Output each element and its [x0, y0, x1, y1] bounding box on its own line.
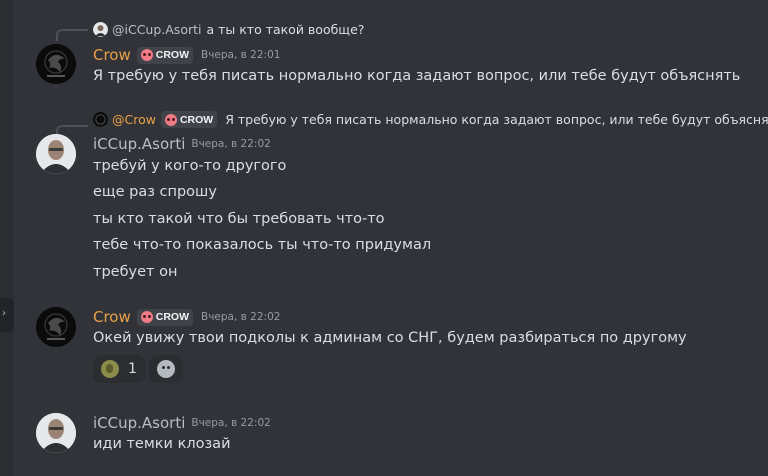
role-tag[interactable]: CROW [136, 308, 194, 326]
reply-text: а ты кто такой вообще? [206, 22, 365, 37]
message-text: Окей увижу твои подколы к админам со СНГ… [93, 330, 687, 346]
message-text: иди темки клозай [93, 436, 231, 452]
role-tag[interactable]: CROW [160, 111, 218, 128]
avatar[interactable] [36, 413, 76, 453]
crow-logo-icon [36, 307, 76, 347]
panel-toggle-handle[interactable]: › [0, 298, 14, 332]
reply-preview[interactable]: @Crow CROW Я требую у тебя писать нормал… [93, 111, 768, 128]
message-text: ты кто такой что бы требовать что-то [93, 211, 385, 227]
author-name[interactable]: iCCup.Asorti [93, 414, 185, 432]
reply-text: Я требую у тебя писать нормально когда з… [225, 112, 768, 127]
left-panel-edge [0, 0, 14, 476]
add-reaction-button[interactable] [149, 355, 183, 383]
role-tag[interactable]: CROW [136, 46, 194, 64]
avatar[interactable] [36, 44, 76, 84]
author-name[interactable]: iCCup.Asorti [93, 135, 185, 153]
avatar-small-icon [93, 22, 108, 37]
timestamp: Вчера, в 22:01 [201, 49, 281, 61]
person-photo-icon [36, 134, 76, 174]
skull-icon [164, 113, 177, 126]
message-text: Я требую у тебя писать нормально когда з… [93, 68, 741, 84]
avatar-small-icon [93, 112, 108, 127]
person-photo-icon [36, 413, 76, 453]
timestamp: Вчера, в 22:02 [201, 311, 281, 323]
reply-author[interactable]: @Crow [112, 112, 156, 127]
crow-logo-icon [36, 44, 76, 84]
skull-icon [140, 311, 153, 323]
message-text: еще раз спрошу [93, 184, 217, 200]
message-text: требует он [93, 264, 178, 280]
reactions-bar: 1 [93, 355, 187, 383]
avatar[interactable] [36, 134, 76, 174]
pepe-emoji-icon [101, 360, 119, 378]
reply-preview[interactable]: @iCCup.Asorti а ты кто такой вообще? [93, 22, 364, 37]
smiley-icon [157, 360, 175, 378]
reply-author[interactable]: @iCCup.Asorti [112, 22, 201, 37]
reaction-count: 1 [128, 361, 137, 377]
chevron-right-icon: › [2, 308, 6, 319]
reaction-button[interactable]: 1 [93, 355, 145, 383]
message-text: тебе что-то показалось ты что-то придума… [93, 237, 432, 253]
message-text: требуй у кого-то другого [93, 158, 287, 174]
avatar[interactable] [36, 307, 76, 347]
timestamp: Вчера, в 22:02 [191, 138, 271, 150]
skull-icon [140, 49, 153, 61]
reply-connector [56, 29, 88, 41]
author-name[interactable]: Crow [93, 308, 131, 326]
author-name[interactable]: Crow [93, 46, 131, 64]
timestamp: Вчера, в 22:02 [191, 417, 271, 429]
